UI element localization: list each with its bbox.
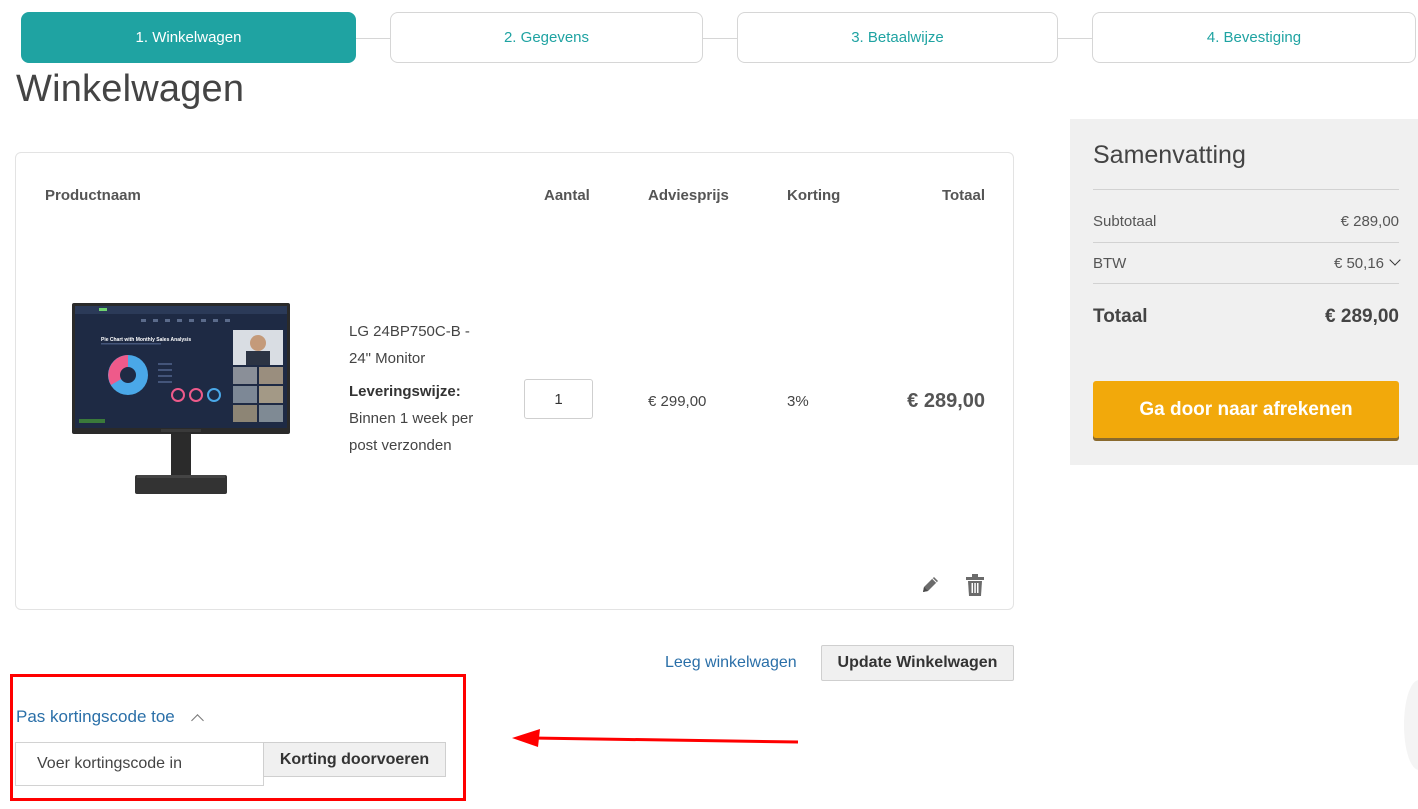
coupon-toggle-label: Pas kortingscode toe — [16, 707, 175, 726]
delivery-method-text: Binnen 1 week per post verzonden — [349, 410, 474, 454]
order-summary: Samenvatting Subtotaal € 289,00 BTW € 50… — [1070, 119, 1418, 465]
vat-value-toggle[interactable]: € 50,16 — [1333, 254, 1401, 272]
discount-value: 3% — [787, 393, 809, 410]
total-label: Totaal — [1093, 306, 1148, 327]
screen-chart-title: Pie Chart with Monthly Sales Analysis — [101, 337, 191, 343]
header-list-price: Adviesprijs — [648, 187, 729, 204]
step-betaalwijze[interactable]: 3. Betaalwijze — [737, 12, 1058, 63]
subtotal-label: Subtotaal — [1093, 213, 1157, 230]
step-connector — [703, 38, 737, 39]
apply-coupon-button[interactable]: Korting doorvoeren — [263, 742, 446, 777]
summary-divider — [1093, 189, 1399, 190]
chevron-down-icon[interactable] — [1389, 254, 1401, 266]
summary-divider — [1093, 242, 1399, 243]
quantity-input[interactable] — [524, 379, 593, 419]
delivery-method-label: Leveringswijze: — [349, 383, 461, 400]
summary-title: Samenvatting — [1093, 141, 1246, 169]
checkout-button[interactable]: Ga door naar afrekenen — [1093, 381, 1399, 438]
vat-value: € 50,16 — [1333, 255, 1384, 272]
step-winkelwagen[interactable]: 1. Winkelwagen — [21, 12, 356, 63]
header-total: Totaal — [941, 187, 985, 204]
step-connector — [1058, 38, 1092, 39]
header-discount: Korting — [787, 187, 841, 204]
step-gegevens[interactable]: 2. Gegevens — [390, 12, 703, 63]
empty-cart-link[interactable]: Leeg winkelwagen — [665, 654, 797, 672]
header-quantity: Aantal — [544, 187, 590, 204]
vat-label: BTW — [1093, 255, 1127, 272]
chevron-up-icon[interactable] — [190, 713, 204, 727]
step-connector — [356, 38, 390, 39]
product-name[interactable]: LG 24BP750C-B - 24" Monitor — [349, 318, 479, 372]
annotation-arrow-icon — [512, 729, 799, 747]
step-bevestiging[interactable]: 4. Bevestiging — [1092, 12, 1416, 63]
coupon-code-input[interactable] — [15, 742, 264, 786]
total-value: € 289,00 — [1325, 306, 1399, 327]
subtotal-value: € 289,00 — [1340, 213, 1399, 230]
list-price-value: € 299,00 — [648, 393, 707, 410]
coupon-toggle[interactable]: Pas kortingscode toe — [16, 707, 204, 727]
cart-table: Productnaam Aantal Adviesprijs Korting T… — [15, 152, 1014, 610]
line-total-value: € 289,00 — [907, 390, 985, 412]
summary-divider — [1093, 283, 1399, 284]
page-title: Winkelwagen — [16, 68, 245, 110]
chat-widget-edge[interactable] — [1404, 680, 1418, 770]
monitor-product-image[interactable]: Pie Chart with Monthly Sales Analysis — [71, 303, 291, 498]
header-product: Productnaam — [45, 187, 141, 204]
pencil-icon[interactable] — [919, 574, 941, 596]
update-cart-button[interactable]: Update Winkelwagen — [821, 645, 1014, 681]
trash-icon[interactable] — [964, 573, 986, 597]
